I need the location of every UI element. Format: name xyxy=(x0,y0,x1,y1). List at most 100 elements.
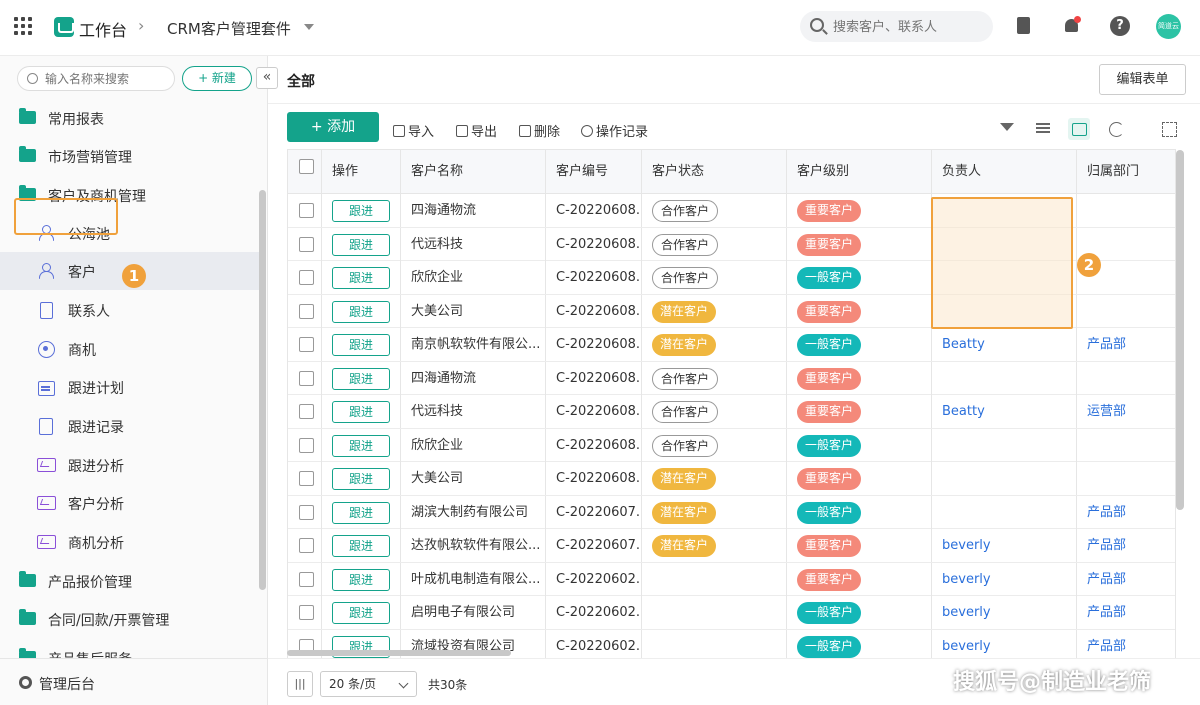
sidebar-item-follow-plan[interactable]: 跟进计划 xyxy=(0,368,262,406)
department-cell[interactable]: 产品部 xyxy=(1077,496,1175,529)
help-icon[interactable]: ? xyxy=(1110,16,1130,36)
owner-cell[interactable]: beverly xyxy=(932,596,1077,629)
notification-bell-icon[interactable] xyxy=(1062,16,1082,36)
sidebar-item-opportunity-analysis[interactable]: 商机分析 xyxy=(0,523,262,561)
select-all-checkbox[interactable] xyxy=(299,159,314,174)
column-header[interactable]: 操作 xyxy=(322,150,401,194)
table-vertical-scrollbar[interactable] xyxy=(1176,150,1184,510)
department-cell[interactable] xyxy=(1077,295,1175,328)
follow-up-button[interactable]: 跟进 xyxy=(332,367,390,390)
owner-cell[interactable] xyxy=(932,462,1077,495)
sidebar-group-after-sales[interactable]: 产品售后服务 xyxy=(0,639,262,658)
row-checkbox[interactable] xyxy=(299,504,314,520)
owner-cell[interactable]: beverly xyxy=(932,562,1077,596)
app-grid-icon[interactable] xyxy=(14,17,32,35)
table-row[interactable]: 跟进 大美公司 C-20220608... 潜在客户 重要客户 xyxy=(288,462,1175,496)
customer-name-cell[interactable]: 四海通物流 xyxy=(401,361,546,395)
sidebar-group-quotes[interactable]: 产品报价管理 xyxy=(0,562,262,600)
sidebar-item-follow-records[interactable]: 跟进记录 xyxy=(0,407,262,445)
department-cell[interactable] xyxy=(1077,194,1175,227)
row-checkbox[interactable] xyxy=(299,437,314,453)
import-button[interactable]: 导入 xyxy=(393,121,434,140)
customer-name-cell[interactable]: 代远科技 xyxy=(401,395,546,428)
follow-up-button[interactable]: 跟进 xyxy=(332,535,390,557)
department-cell[interactable]: 产品部 xyxy=(1077,328,1175,361)
owner-cell[interactable] xyxy=(932,428,1077,462)
column-header[interactable]: 客户状态 xyxy=(642,150,787,194)
column-header[interactable]: 负责人 xyxy=(932,150,1077,194)
table-row[interactable]: 跟进 四海通物流 C-20220608... 合作客户 重要客户 xyxy=(288,361,1175,395)
global-search-input[interactable] xyxy=(833,17,983,37)
column-header[interactable]: 归属部门 xyxy=(1077,150,1175,194)
row-checkbox[interactable] xyxy=(299,337,314,352)
customer-name-cell[interactable]: 大美公司 xyxy=(401,294,546,328)
owner-cell[interactable] xyxy=(932,361,1077,395)
department-cell[interactable]: 运营部 xyxy=(1077,395,1175,428)
filter-icon[interactable] xyxy=(996,118,1018,140)
fullscreen-icon[interactable] xyxy=(1158,118,1180,140)
export-button[interactable]: 导出 xyxy=(456,121,497,140)
row-checkbox[interactable] xyxy=(299,203,314,218)
view-toggle-icon[interactable] xyxy=(1068,118,1090,140)
customer-name-cell[interactable]: 启明电子有限公司 xyxy=(401,596,546,629)
notebook-icon[interactable] xyxy=(1014,16,1034,36)
refresh-icon[interactable] xyxy=(1105,118,1127,140)
owner-cell[interactable]: Beatty xyxy=(932,395,1077,428)
customer-name-cell[interactable]: 叶成机电制造有限公... xyxy=(401,562,546,596)
follow-up-button[interactable]: 跟进 xyxy=(332,468,390,490)
row-checkbox[interactable] xyxy=(299,538,314,553)
department-cell[interactable]: 产品部 xyxy=(1077,630,1175,659)
department-cell[interactable] xyxy=(1077,462,1175,495)
owner-cell[interactable]: beverly xyxy=(932,529,1077,562)
row-checkbox[interactable] xyxy=(299,571,314,587)
customer-name-cell[interactable]: 四海通物流 xyxy=(401,194,546,227)
follow-up-button[interactable]: 跟进 xyxy=(332,434,390,457)
follow-up-button[interactable]: 跟进 xyxy=(332,602,390,624)
department-cell[interactable]: 产品部 xyxy=(1077,596,1175,629)
row-checkbox[interactable] xyxy=(299,605,314,620)
sidebar-item-customer-analysis[interactable]: 客户分析 xyxy=(0,484,262,522)
customer-name-cell[interactable]: 大美公司 xyxy=(401,462,546,495)
follow-up-button[interactable]: 跟进 xyxy=(332,200,390,222)
new-button[interactable]: + 新建 xyxy=(182,66,252,91)
admin-console-link[interactable]: 管理后台 xyxy=(0,658,267,705)
owner-cell[interactable]: beverly xyxy=(932,629,1077,658)
owner-cell[interactable]: Beatty xyxy=(932,328,1077,361)
global-search[interactable] xyxy=(800,11,993,42)
row-checkbox[interactable] xyxy=(299,370,314,386)
user-avatar[interactable]: 简道云 xyxy=(1156,14,1181,39)
owner-cell[interactable] xyxy=(932,495,1077,529)
department-cell[interactable]: 产品部 xyxy=(1077,529,1175,562)
row-checkbox[interactable] xyxy=(299,471,314,486)
department-cell[interactable] xyxy=(1077,429,1175,462)
customer-name-cell[interactable]: 欣欣企业 xyxy=(401,261,546,294)
customer-name-cell[interactable]: 湖滨大制药有限公司 xyxy=(401,495,546,529)
department-cell[interactable]: 产品部 xyxy=(1077,563,1175,596)
sidebar-scrollbar[interactable] xyxy=(259,190,266,590)
department-cell[interactable] xyxy=(1077,362,1175,395)
table-row[interactable]: 跟进 叶成机电制造有限公... C-20220602... 重要客户 beverly 产品… xyxy=(288,562,1175,596)
workspace-title[interactable]: 工作台 xyxy=(79,17,127,41)
table-row[interactable]: 跟进 代远科技 C-20220608... 合作客户 重要客户 Beatty 运营部 xyxy=(288,395,1175,429)
history-button[interactable]: 操作记录 xyxy=(581,121,648,140)
sidebar-item-follow-analysis[interactable]: 跟进分析 xyxy=(0,446,262,484)
page-size-select[interactable]: 20 条/页 xyxy=(320,671,417,697)
follow-up-button[interactable]: 跟进 xyxy=(332,334,390,356)
sidebar-item-opportunities[interactable]: 商机 xyxy=(0,330,262,368)
follow-up-button[interactable]: 跟进 xyxy=(332,501,390,524)
follow-up-button[interactable]: 跟进 xyxy=(332,233,390,256)
table-row[interactable]: 跟进 启明电子有限公司 C-20220602... 一般客户 beverly 产品部 xyxy=(288,596,1175,630)
caret-down-icon[interactable] xyxy=(304,24,314,30)
row-checkbox[interactable] xyxy=(299,270,314,285)
breadcrumb-suite-name[interactable]: CRM客户管理套件 xyxy=(167,18,291,39)
table-row[interactable]: 跟进 湖滨大制药有限公司 C-20220607... 潜在客户 一般客户 产品部 xyxy=(288,495,1175,529)
row-checkbox[interactable] xyxy=(299,303,314,319)
column-header[interactable]: 客户编号 xyxy=(546,150,642,194)
sidebar-search-input[interactable] xyxy=(45,71,170,87)
sort-icon[interactable] xyxy=(1032,118,1054,140)
sidebar-group-reports[interactable]: 常用报表 xyxy=(0,99,262,137)
table-row[interactable]: 跟进 达孜帆软软件有限公... C-20220607... 潜在客户 重要客户 bever… xyxy=(288,529,1175,563)
sidebar-item-contacts[interactable]: 联系人 xyxy=(0,291,262,329)
customer-name-cell[interactable]: 达孜帆软软件有限公... xyxy=(401,529,546,562)
customer-name-cell[interactable]: 欣欣企业 xyxy=(401,428,546,462)
